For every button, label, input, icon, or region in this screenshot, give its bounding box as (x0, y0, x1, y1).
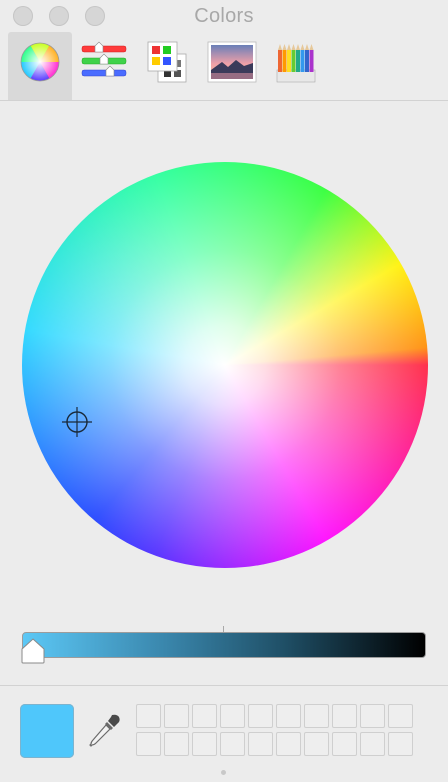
favorite-color-slot[interactable] (304, 732, 329, 756)
tab-color-palettes[interactable] (136, 32, 200, 100)
favorite-color-slot[interactable] (360, 704, 385, 728)
window-title: Colors (194, 5, 254, 27)
favorite-color-slot[interactable] (248, 732, 273, 756)
brightness-slider[interactable] (22, 632, 426, 658)
favorite-color-slot[interactable] (388, 704, 413, 728)
colors-window: Colors (0, 0, 448, 782)
favorite-color-slot[interactable] (248, 704, 273, 728)
current-color-swatch[interactable] (20, 704, 74, 758)
tab-pencils[interactable] (264, 32, 328, 100)
resize-indicator (221, 770, 226, 775)
favorite-color-slot[interactable] (304, 704, 329, 728)
favorite-color-slot[interactable] (192, 732, 217, 756)
favorite-color-slot[interactable] (276, 732, 301, 756)
title-bar: Colors (0, 0, 448, 32)
favorite-color-slot[interactable] (192, 704, 217, 728)
favorite-color-slot[interactable] (220, 732, 245, 756)
favorite-color-slot[interactable] (360, 732, 385, 756)
saturation-overlay (22, 162, 428, 568)
image-icon (207, 41, 257, 83)
sliders-icon (81, 41, 127, 77)
favorite-color-slot[interactable] (164, 704, 189, 728)
toolbar (0, 32, 448, 100)
favorite-color-slot[interactable] (332, 704, 357, 728)
favorite-color-slot[interactable] (332, 732, 357, 756)
favorite-color-slot[interactable] (164, 732, 189, 756)
favorite-color-slot[interactable] (276, 704, 301, 728)
crosshair-icon[interactable] (62, 407, 92, 437)
favorite-color-slot[interactable] (388, 732, 413, 756)
tab-color-sliders[interactable] (72, 32, 136, 100)
favorite-colors-grid (136, 704, 416, 758)
favorite-color-slot[interactable] (136, 704, 161, 728)
pencils-icon (276, 44, 316, 83)
favorite-color-slot[interactable] (136, 732, 161, 756)
tab-color-wheel[interactable] (8, 32, 72, 100)
toolbar-divider (0, 100, 448, 101)
color-wheel-icon (20, 42, 60, 82)
slider-knob-icon[interactable] (20, 638, 46, 664)
bottom-divider (0, 685, 448, 686)
eyedropper-icon[interactable] (88, 712, 122, 750)
palette-icon (147, 41, 187, 83)
color-wheel[interactable] (22, 162, 428, 568)
favorite-color-slot[interactable] (220, 704, 245, 728)
tab-image-palettes[interactable] (200, 32, 264, 100)
